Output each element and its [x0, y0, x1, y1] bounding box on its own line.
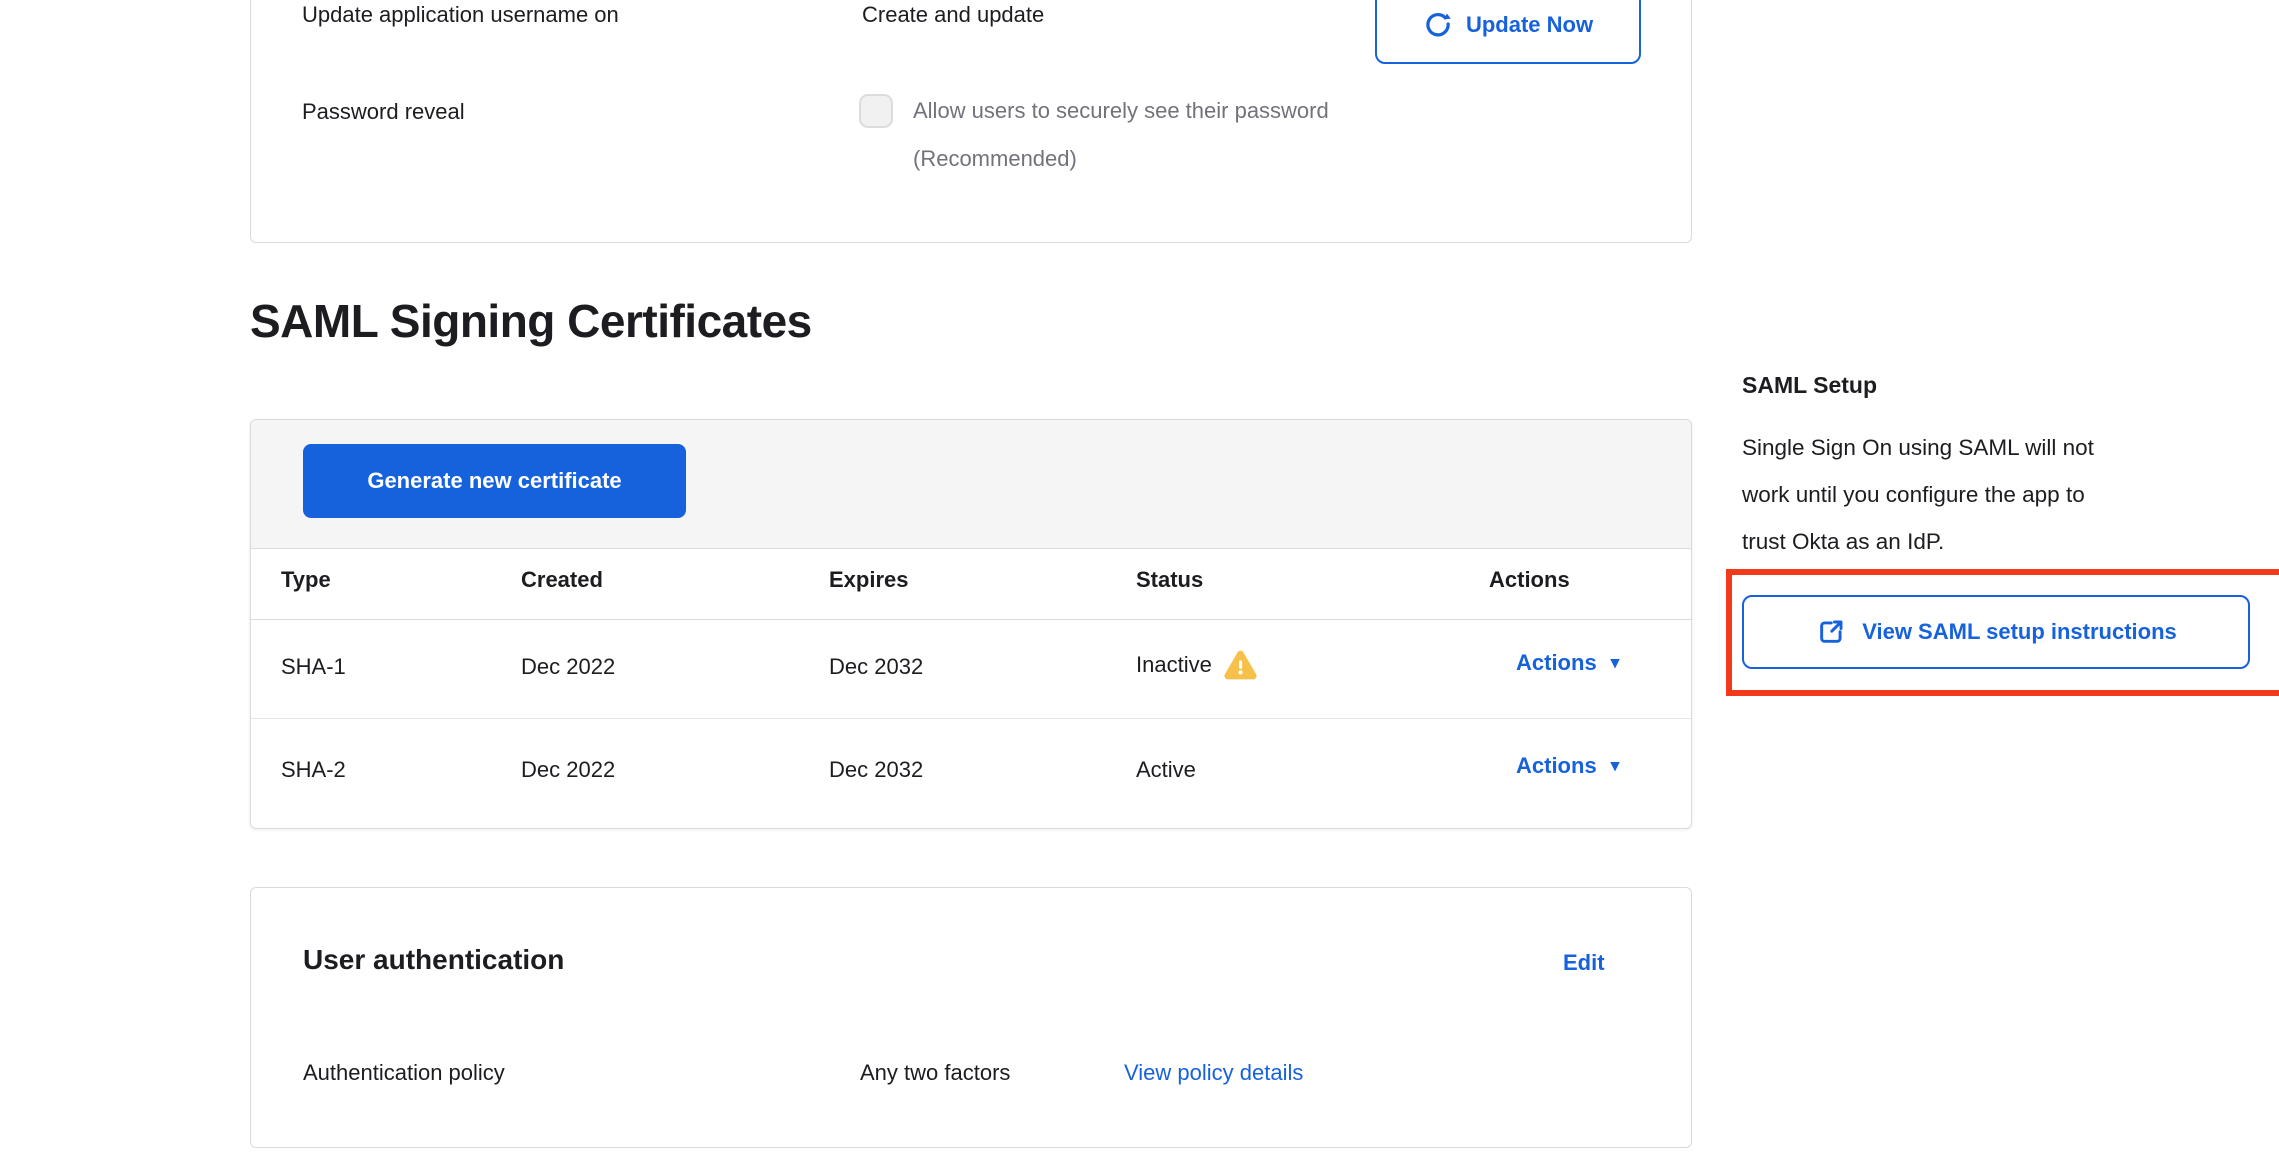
password-reveal-checkbox-label: Allow users to securely see their passwo…	[913, 98, 1329, 124]
authentication-policy-value: Any two factors	[860, 1060, 1010, 1086]
saml-signing-certificates-heading: SAML Signing Certificates	[250, 294, 812, 348]
col-header-type: Type	[281, 567, 331, 593]
saml-setup-heading: SAML Setup	[1742, 372, 1877, 399]
authentication-policy-label: Authentication policy	[303, 1060, 505, 1086]
certificates-card: Generate new certificate Type Created Ex…	[250, 419, 1692, 829]
col-header-created: Created	[521, 567, 603, 593]
username-update-value: Create and update	[862, 2, 1044, 28]
col-header-status: Status	[1136, 567, 1203, 593]
cert-type: SHA-2	[281, 757, 346, 783]
password-reveal-label: Password reveal	[302, 99, 465, 125]
status-text: Inactive	[1136, 652, 1212, 678]
table-row: SHA-1 Dec 2022 Dec 2032 Inactive Actions…	[251, 620, 1691, 719]
refresh-icon	[1423, 10, 1453, 40]
edit-link[interactable]: Edit	[1563, 950, 1605, 976]
app-settings-page: Update application username on Create an…	[0, 0, 2279, 1158]
chevron-down-icon: ▾	[1611, 756, 1620, 776]
saml-setup-description-line: trust Okta as an IdP.	[1742, 518, 2279, 565]
cert-status: Active	[1136, 757, 1196, 783]
cert-type: SHA-1	[281, 654, 346, 680]
view-saml-setup-instructions-button[interactable]: View SAML setup instructions	[1742, 595, 2250, 669]
saml-setup-description-line: work until you configure the app to	[1742, 471, 2279, 518]
view-policy-details-link[interactable]: View policy details	[1124, 1060, 1303, 1086]
actions-dropdown-trigger[interactable]: Actions ▾	[1516, 753, 1619, 779]
warning-icon	[1224, 650, 1257, 680]
col-header-actions: Actions	[1489, 567, 1570, 593]
certificates-table-header-row: Type Created Expires Status Actions	[251, 549, 1691, 620]
external-link-icon	[1815, 616, 1847, 648]
actions-label: Actions	[1516, 753, 1597, 779]
col-header-expires: Expires	[829, 567, 909, 593]
saml-setup-description: Single Sign On using SAML will not work …	[1742, 424, 2279, 565]
password-reveal-recommended-note: (Recommended)	[913, 146, 1077, 172]
saml-setup-description-line: Single Sign On using SAML will not	[1742, 424, 2279, 471]
username-update-label: Update application username on	[302, 2, 619, 28]
update-now-label: Update Now	[1466, 12, 1593, 38]
view-saml-setup-label: View SAML setup instructions	[1862, 619, 2177, 645]
cert-status: Inactive	[1136, 650, 1257, 680]
user-authentication-card: User authentication Edit Authentication …	[250, 887, 1692, 1148]
cert-expires: Dec 2032	[829, 654, 923, 680]
chevron-down-icon: ▾	[1611, 653, 1620, 673]
user-authentication-heading: User authentication	[303, 944, 564, 976]
cert-expires: Dec 2032	[829, 757, 923, 783]
generate-new-certificate-button[interactable]: Generate new certificate	[303, 444, 686, 518]
cert-created: Dec 2022	[521, 757, 615, 783]
update-now-button[interactable]: Update Now	[1375, 0, 1641, 64]
table-row: SHA-2 Dec 2022 Dec 2032 Active Actions ▾	[251, 719, 1691, 829]
actions-dropdown-trigger[interactable]: Actions ▾	[1516, 650, 1619, 676]
password-reveal-checkbox[interactable]	[859, 94, 893, 128]
actions-label: Actions	[1516, 650, 1597, 676]
cert-created: Dec 2022	[521, 654, 615, 680]
